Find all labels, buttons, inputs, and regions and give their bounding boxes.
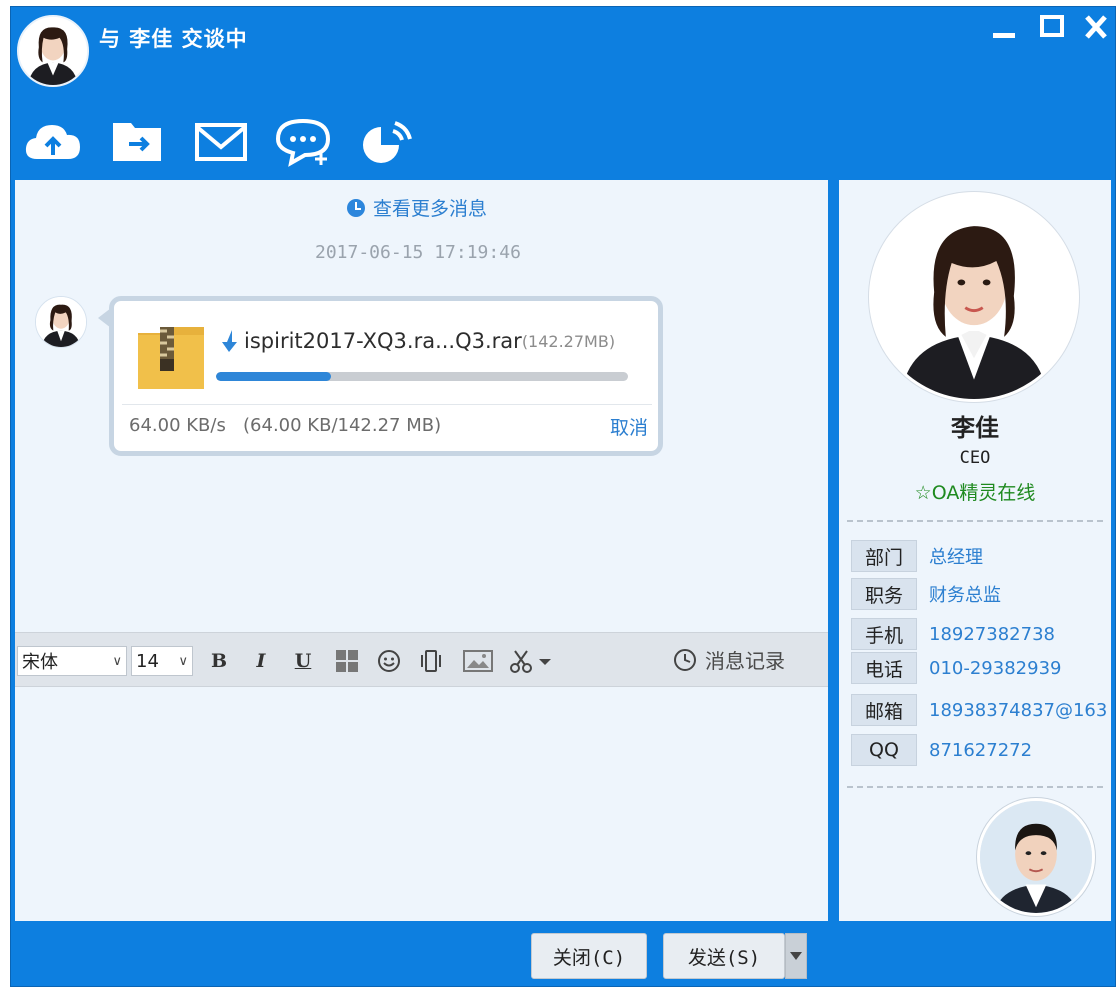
pie-chart-icon [363,121,412,163]
download-arrow-icon [222,330,237,352]
profile-name: 李佳 [951,414,999,442]
download-progress-bar [216,372,628,381]
field-value: 财务总监 [929,585,1001,606]
screenshot-button[interactable] [507,647,555,675]
send-file-icon [113,123,161,161]
italic-button[interactable]: I [247,647,275,675]
download-progress-fill [216,372,332,381]
cancel-transfer-link[interactable]: 取消 [610,413,648,440]
divider [847,520,1103,522]
minimize-icon [993,33,1015,38]
transfer-amount: (64.00 KB/142.27 MB) [243,415,442,436]
upload-cloud-icon [25,125,80,159]
format-toolbar: 宋体 ∨ 14 ∨ B I U 消息记录 [15,632,828,687]
more-messages-link[interactable]: 查看更多消息 [347,194,487,221]
profile-photo [869,192,1079,402]
field-label: 电话 [851,652,917,684]
field-label: 手机 [851,618,917,650]
add-chat-button[interactable] [273,115,333,167]
field-value[interactable]: 871627272 [929,740,1032,761]
profile-field-position: 职务 财务总监 [851,578,1001,610]
profile-title: CEO [959,448,991,468]
chat-window: 与 李佳 交谈中 查看更多消息 2017-06-15 17:19:46 ispi… [10,6,1116,987]
self-avatar[interactable] [977,798,1095,916]
chat-history[interactable]: 查看更多消息 2017-06-15 17:19:46 ispirit2017-X… [15,180,828,632]
field-label: 邮箱 [851,694,917,726]
grid-icon [336,650,358,672]
smiley-icon [378,650,400,672]
clock-icon [347,198,365,217]
file-transfer-card: ispirit2017-XQ3.ra...Q3.rar (142.27MB) 64… [109,296,663,456]
field-label: 职务 [851,578,917,610]
window-title: 与 李佳 交谈中 [99,27,248,51]
profile-field-department: 部门 总经理 [851,540,983,572]
font-size-value: 14 [136,650,159,672]
file-name-text: ispirit2017-XQ3.ra...Q3.rar [244,329,522,353]
profile-field-phone: 电话 010-29382939 [851,652,1061,684]
chevron-down-icon: ∨ [112,653,122,669]
field-value[interactable]: 18938374837@163… [929,700,1107,721]
insert-image-button[interactable] [461,647,495,675]
maximize-icon [1040,15,1064,37]
profile-field-email: 邮箱 18938374837@163… [851,694,1107,726]
upload-file-button[interactable] [23,115,83,167]
emoji-button[interactable] [375,647,403,675]
field-label: 部门 [851,540,917,572]
image-icon [463,650,493,672]
file-size: (142.27MB) [521,331,616,351]
zip-file-icon [138,327,204,389]
profile-field-qq: QQ 871627272 [851,734,1032,766]
contact-avatar[interactable] [17,15,89,87]
send-options-dropdown[interactable] [785,933,807,979]
profile-field-mobile: 手机 18927382738 [851,618,1055,650]
contact-profile-panel: 李佳 CEO ☆OA精灵在线 部门 总经理 职务 财务总监 手机 1892738… [839,180,1111,921]
transfer-speed: 64.00 KB/s [129,415,226,436]
shake-button[interactable] [417,647,445,675]
field-label: QQ [851,734,917,766]
field-value[interactable]: 010-29382939 [929,658,1061,679]
minimize-button[interactable] [987,11,1021,45]
transfer-status: 64.00 KB/s (64.00 KB/142.27 MB) [129,415,441,436]
underline-button[interactable]: U [289,647,317,675]
more-messages-label: 查看更多消息 [373,198,488,220]
close-button[interactable]: 关闭(C) [531,933,647,979]
vibrate-icon [421,650,441,672]
font-size-select[interactable]: 14 ∨ [131,646,193,676]
maximize-button[interactable] [1035,11,1069,45]
divider [847,786,1103,788]
card-divider [122,404,652,405]
add-chat-icon [275,118,331,167]
send-file-button[interactable] [107,115,167,167]
bold-button[interactable]: B [205,647,233,675]
file-name[interactable]: ispirit2017-XQ3.ra...Q3.rar (142.27MB) [222,329,615,353]
history-label: 消息记录 [705,649,785,673]
font-family-select[interactable]: 宋体 ∨ [17,646,127,676]
message-history-link[interactable]: 消息记录 [673,645,785,674]
sender-avatar[interactable] [35,296,87,348]
scissors-icon [510,650,551,673]
send-button[interactable]: 发送(S) [663,933,785,979]
close-icon [1085,15,1107,39]
chevron-down-icon: ∨ [178,653,188,669]
message-timestamp: 2017-06-15 17:19:46 [315,242,521,263]
share-button[interactable] [355,115,415,167]
message-input[interactable] [15,687,828,921]
online-status: ☆OA精灵在线 [914,482,1036,504]
field-value[interactable]: 18927382738 [929,624,1055,645]
layout-button[interactable] [333,647,361,675]
field-value: 总经理 [929,547,983,568]
mail-icon [195,123,247,161]
send-mail-button[interactable] [191,115,251,167]
clock-icon [674,648,696,671]
font-family-value: 宋体 [22,652,58,673]
caret-down-icon [790,952,802,960]
close-window-button[interactable] [1079,11,1113,45]
